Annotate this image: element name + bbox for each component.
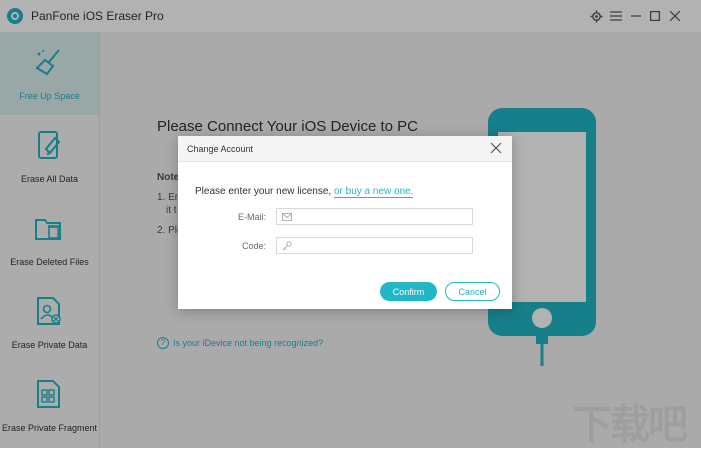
code-label: Code: bbox=[241, 241, 266, 251]
dialog-title: Change Account bbox=[187, 144, 254, 154]
email-input[interactable] bbox=[295, 209, 465, 224]
buy-link[interactable]: or buy a new one. bbox=[333, 186, 414, 198]
close-icon[interactable] bbox=[490, 142, 502, 154]
envelope-icon bbox=[282, 213, 292, 221]
code-input[interactable] bbox=[295, 238, 465, 253]
code-field[interactable] bbox=[276, 237, 473, 254]
dialog-header: Change Account bbox=[178, 136, 512, 162]
email-label: E-Mail: bbox=[237, 212, 266, 222]
key-icon bbox=[282, 241, 292, 251]
dialog-prompt: Please enter your new license, or buy a … bbox=[195, 186, 414, 198]
email-field[interactable] bbox=[276, 208, 473, 225]
cancel-button[interactable]: Cancel bbox=[445, 282, 500, 301]
prompt-text: Please enter your new license, bbox=[195, 186, 332, 197]
confirm-button[interactable]: Confirm bbox=[380, 282, 437, 301]
change-account-dialog: Change Account Please enter your new lic… bbox=[178, 136, 512, 309]
